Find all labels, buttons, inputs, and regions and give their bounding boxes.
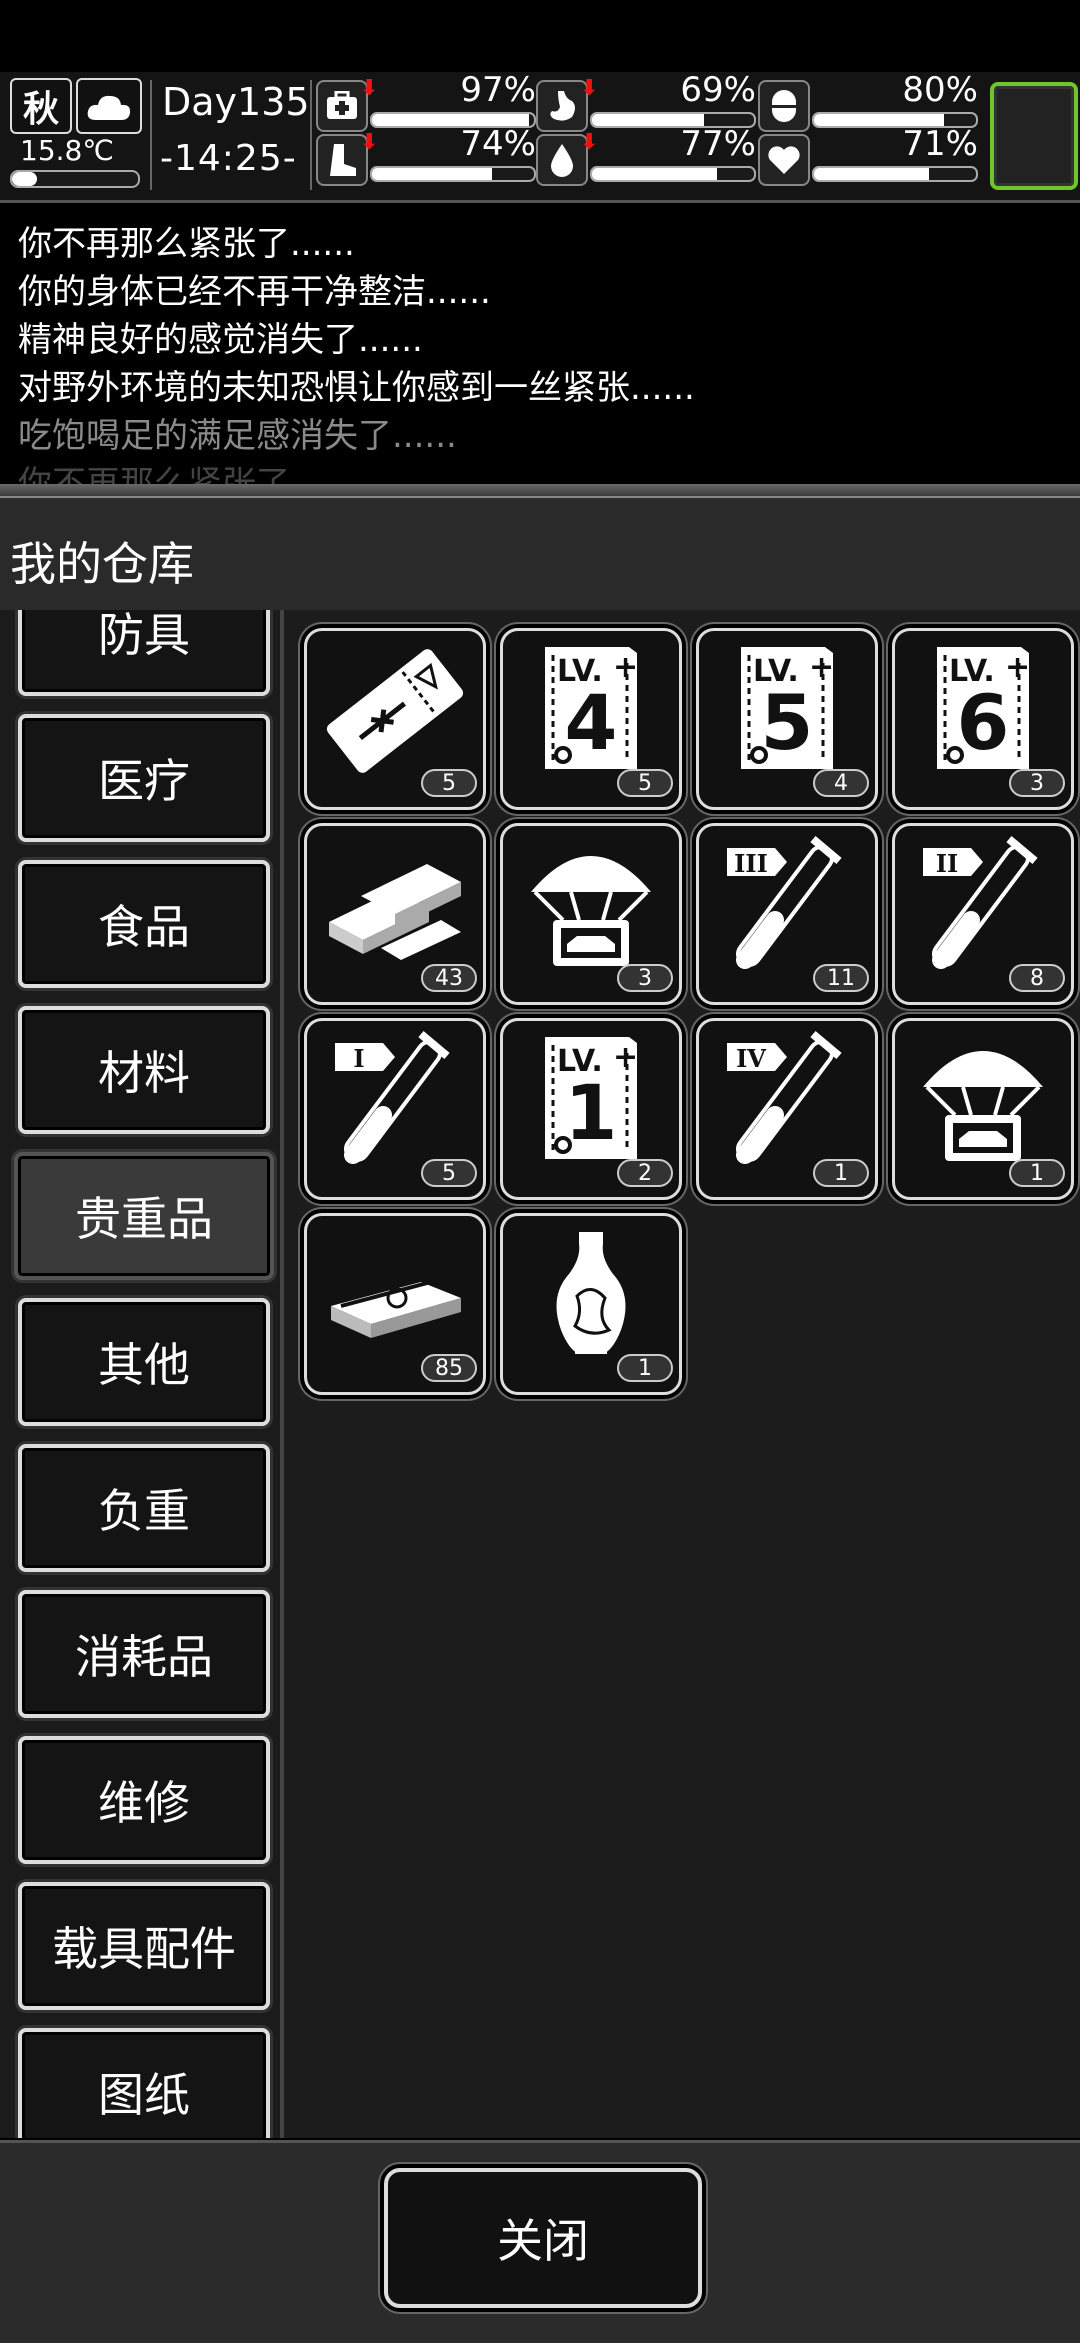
temperature-bar	[10, 170, 140, 188]
inventory-slot[interactable]: I5	[304, 1018, 486, 1200]
svg-text:IV: IV	[736, 1044, 766, 1073]
heart-icon	[758, 134, 810, 186]
item-count-badge: 4	[813, 769, 869, 797]
inventory-slot[interactable]: III 11	[696, 823, 878, 1005]
category-tab[interactable]: 负重	[18, 1444, 270, 1572]
svg-text:II: II	[936, 849, 958, 878]
item-count-badge: 3	[617, 964, 673, 992]
category-tab[interactable]: 医疗	[18, 714, 270, 842]
svg-text:III: III	[734, 849, 768, 878]
stat-bar-fill	[372, 168, 492, 180]
down-arrow-icon: ⬇	[580, 76, 599, 101]
svg-text:I: I	[353, 1044, 364, 1073]
category-tab[interactable]: 图纸	[18, 2028, 270, 2138]
inventory-slot[interactable]: 1	[892, 1018, 1074, 1200]
category-tab[interactable]: 消耗品	[18, 1590, 270, 1718]
log-line: 你不再那么紧张了......	[18, 224, 355, 264]
stat-value: 97%	[460, 70, 536, 110]
item-grid: 5 LV. +4 5 LV. +5 4 LV. +6 3 43 3 III 11 II 8 I 5 LV. +1 2 IV…	[284, 610, 1080, 2138]
log-line: 你不再那么紧张了......	[18, 464, 355, 484]
svg-text:4: 4	[565, 678, 618, 767]
inventory-slot[interactable]: LV. +5 4	[696, 628, 878, 810]
stat-bar	[370, 166, 536, 182]
equipped-slot-button[interactable]	[990, 82, 1078, 190]
stat-bar-fill	[592, 168, 717, 180]
inventory-slot[interactable]: 5	[304, 628, 486, 810]
stat-bar	[590, 166, 756, 182]
svg-text:1: 1	[565, 1068, 618, 1157]
stat-bar	[812, 166, 978, 182]
divider	[310, 80, 312, 190]
item-count-badge: 5	[617, 769, 673, 797]
capsule-icon	[758, 80, 810, 132]
item-count-badge: 1	[1009, 1159, 1065, 1187]
item-count-badge: 85	[421, 1354, 477, 1382]
category-tab[interactable]: 材料	[18, 1006, 270, 1134]
season-badge: 秋	[10, 78, 72, 134]
down-arrow-icon: ⬇	[360, 76, 379, 101]
item-count-badge: 8	[1009, 964, 1065, 992]
divider	[150, 80, 152, 190]
cloud-icon	[76, 78, 142, 134]
item-count-badge: 43	[421, 964, 477, 992]
stat-value: 69%	[680, 70, 756, 110]
item-count-badge: 5	[421, 769, 477, 797]
game-clock: -14:25-	[160, 138, 297, 179]
svg-text:5: 5	[761, 678, 814, 767]
panel-title: 我的仓库	[10, 537, 194, 591]
inventory-slot[interactable]: 1	[500, 1213, 682, 1395]
category-tab[interactable]: 防具	[18, 610, 270, 696]
inventory-slot[interactable]: IV 1	[696, 1018, 878, 1200]
down-arrow-icon: ⬇	[580, 130, 599, 155]
log-line: 精神良好的感觉消失了......	[18, 320, 423, 360]
svg-text:6: 6	[957, 678, 1010, 767]
inventory-slot[interactable]: 3	[500, 823, 682, 1005]
panel-header: 我的仓库	[0, 496, 1080, 613]
stat-thirst: ⬇ 77%	[536, 124, 756, 186]
category-sidebar[interactable]: 防具医疗食品材料贵重品其他负重消耗品维修载具配件图纸	[0, 610, 284, 2138]
category-tab[interactable]: 食品	[18, 860, 270, 988]
stat-value: 71%	[902, 124, 978, 164]
log-line: 对野外环境的未知恐惧让你感到一丝紧张......	[18, 368, 695, 408]
stat-bar-fill	[814, 168, 930, 180]
stat-value: 77%	[680, 124, 756, 164]
day-counter: Day135	[162, 80, 310, 124]
inventory-slot[interactable]: LV. +4 5	[500, 628, 682, 810]
stat-stamina: ⬇ 74%	[316, 124, 536, 186]
item-count-badge: 1	[617, 1354, 673, 1382]
close-button[interactable]: 关闭	[384, 2168, 702, 2308]
category-tab[interactable]: 贵重品	[14, 1152, 274, 1280]
temperature-text: 15.8℃	[20, 134, 114, 167]
stat-spirit: 71%	[758, 124, 978, 186]
item-count-badge: 3	[1009, 769, 1065, 797]
temperature-bar-fill	[12, 172, 38, 186]
down-arrow-icon: ⬇	[360, 130, 379, 155]
inventory-slot[interactable]: 43	[304, 823, 486, 1005]
inventory-slot[interactable]: 85	[304, 1213, 486, 1395]
log-separator	[0, 484, 1080, 496]
stat-value: 74%	[460, 124, 536, 164]
log-line: 你的身体已经不再干净整洁......	[18, 272, 491, 312]
category-tab[interactable]: 其他	[18, 1298, 270, 1426]
log-line: 吃饱喝足的满足感消失了......	[18, 416, 457, 456]
category-tab[interactable]: 维修	[18, 1736, 270, 1864]
item-count-badge: 2	[617, 1159, 673, 1187]
inventory-slot[interactable]: LV. +6 3	[892, 628, 1074, 810]
stat-value: 80%	[902, 70, 978, 110]
inventory-slot[interactable]: II 8	[892, 823, 1074, 1005]
item-count-badge: 1	[813, 1159, 869, 1187]
inventory-slot[interactable]: LV. +1 2	[500, 1018, 682, 1200]
item-count-badge: 5	[421, 1159, 477, 1187]
item-count-badge: 11	[813, 964, 869, 992]
message-log: 你不再那么紧张了...... 你的身体已经不再干净整洁...... 精神良好的感觉消…	[0, 204, 1080, 484]
category-tab[interactable]: 载具配件	[18, 1882, 270, 2010]
